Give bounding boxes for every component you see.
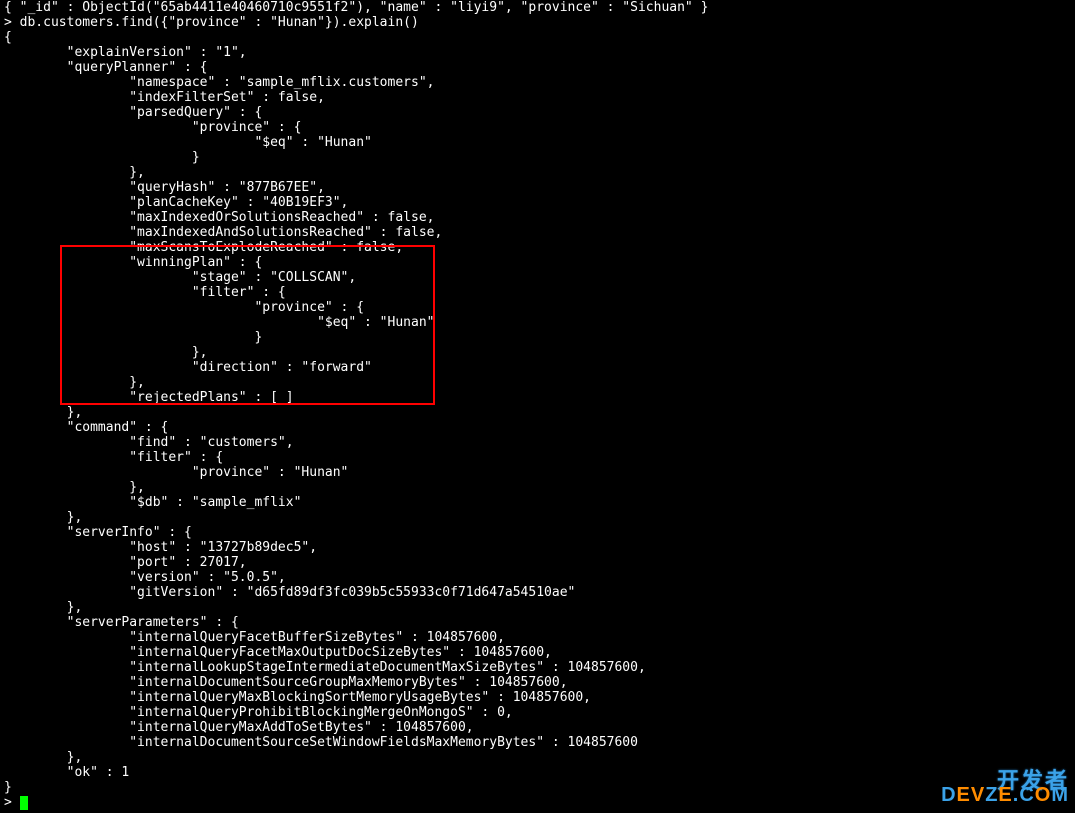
code-line: "command" : {: [4, 420, 1071, 435]
code-line: "parsedQuery" : {: [4, 105, 1071, 120]
code-line: "$eq" : "Hunan": [4, 315, 1071, 330]
code-line: "internalQueryProhibitBlockingMergeOnMon…: [4, 705, 1071, 720]
code-line: "version" : "5.0.5",: [4, 570, 1071, 585]
code-line: "province" : {: [4, 300, 1071, 315]
code-line: "internalDocumentSourceSetWindowFieldsMa…: [4, 735, 1071, 750]
code-line: "planCacheKey" : "40B19EF3",: [4, 195, 1071, 210]
code-line: "queryPlanner" : {: [4, 60, 1071, 75]
code-line: "internalQueryMaxBlockingSortMemoryUsage…: [4, 690, 1071, 705]
code-line: "queryHash" : "877B67EE",: [4, 180, 1071, 195]
code-line: },: [4, 405, 1071, 420]
code-line: "direction" : "forward": [4, 360, 1071, 375]
code-line: "winningPlan" : {: [4, 255, 1071, 270]
code-line: "internalLookupStageIntermediateDocument…: [4, 660, 1071, 675]
code-line: },: [4, 375, 1071, 390]
code-line: {: [4, 30, 1071, 45]
code-line: },: [4, 345, 1071, 360]
code-line: "maxScansToExplodeReached" : false,: [4, 240, 1071, 255]
code-line: { "_id" : ObjectId("65ab4411e40460710c95…: [4, 0, 1071, 15]
code-line: "internalQueryMaxAddToSetBytes" : 104857…: [4, 720, 1071, 735]
prompt-line[interactable]: >: [4, 795, 1071, 810]
cursor-icon: [20, 796, 28, 810]
code-line: }: [4, 330, 1071, 345]
code-line: "maxIndexedOrSolutionsReached" : false,: [4, 210, 1071, 225]
code-line: "internalDocumentSourceGroupMaxMemoryByt…: [4, 675, 1071, 690]
code-line: }: [4, 150, 1071, 165]
code-line: },: [4, 510, 1071, 525]
code-line: "rejectedPlans" : [ ]: [4, 390, 1071, 405]
prompt-text: >: [4, 795, 20, 810]
code-line: "$eq" : "Hunan": [4, 135, 1071, 150]
code-line: "find" : "customers",: [4, 435, 1071, 450]
prompt-line[interactable]: > db.customers.find({"province" : "Hunan…: [4, 15, 1071, 30]
code-line: "explainVersion" : "1",: [4, 45, 1071, 60]
code-line: },: [4, 480, 1071, 495]
code-line: },: [4, 750, 1071, 765]
code-line: "$db" : "sample_mflix": [4, 495, 1071, 510]
code-line: "filter" : {: [4, 285, 1071, 300]
code-line: "serverInfo" : {: [4, 525, 1071, 540]
code-line: "filter" : {: [4, 450, 1071, 465]
code-line: "gitVersion" : "d65fd89df3fc039b5c55933c…: [4, 585, 1071, 600]
code-line: "province" : "Hunan": [4, 465, 1071, 480]
code-line: "namespace" : "sample_mflix.customers",: [4, 75, 1071, 90]
code-line: "internalQueryFacetMaxOutputDocSizeBytes…: [4, 645, 1071, 660]
code-line: "port" : 27017,: [4, 555, 1071, 570]
code-line: "serverParameters" : {: [4, 615, 1071, 630]
code-line: "host" : "13727b89dec5",: [4, 540, 1071, 555]
code-line: "ok" : 1: [4, 765, 1071, 780]
code-line: "internalQueryFacetBufferSizeBytes" : 10…: [4, 630, 1071, 645]
code-line: "stage" : "COLLSCAN",: [4, 270, 1071, 285]
code-line: }: [4, 780, 1071, 795]
code-line: },: [4, 165, 1071, 180]
terminal-output: { "_id" : ObjectId("65ab4411e40460710c95…: [0, 0, 1075, 810]
code-line: },: [4, 600, 1071, 615]
code-line: "indexFilterSet" : false,: [4, 90, 1071, 105]
code-line: "maxIndexedAndSolutionsReached" : false,: [4, 225, 1071, 240]
code-line: "province" : {: [4, 120, 1071, 135]
